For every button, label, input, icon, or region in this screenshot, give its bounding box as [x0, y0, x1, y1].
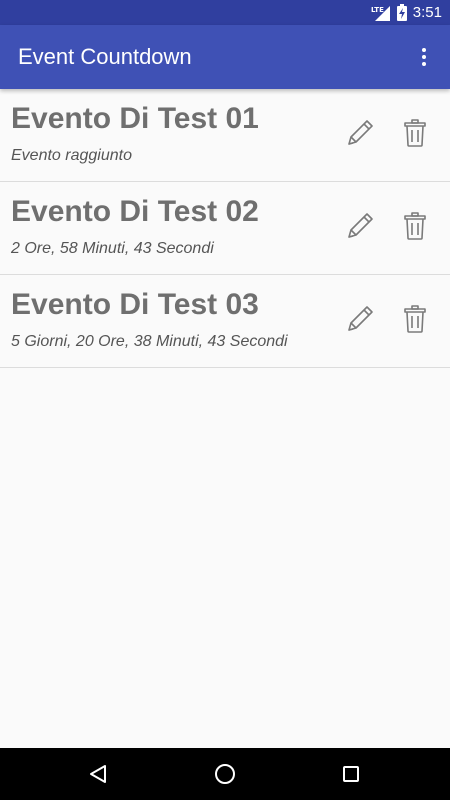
- back-button[interactable]: [78, 754, 118, 794]
- menu-dot: [422, 55, 426, 59]
- trash-icon: [404, 212, 426, 240]
- edit-event-button[interactable]: [340, 299, 380, 339]
- app-bar: Event Countdown: [0, 25, 450, 89]
- event-row[interactable]: Evento Di Test 03 5 Giorni, 20 Ore, 38 M…: [0, 275, 450, 368]
- event-title: Evento Di Test 02: [11, 195, 259, 228]
- recents-icon: [343, 766, 359, 782]
- status-clock: 3:51: [412, 4, 442, 21]
- event-title: Evento Di Test 03: [11, 288, 259, 321]
- pencil-icon: [348, 213, 373, 238]
- app-title: Event Countdown: [18, 44, 192, 69]
- delete-event-button[interactable]: [397, 206, 433, 246]
- delete-event-button[interactable]: [397, 113, 433, 153]
- trash-icon: [404, 305, 426, 333]
- pencil-icon: [348, 120, 373, 145]
- lte-signal-icon: LTE: [371, 5, 390, 21]
- edit-event-button[interactable]: [340, 206, 380, 246]
- status-bar: LTE 3:51: [0, 0, 450, 25]
- event-row[interactable]: Evento Di Test 02 2 Ore, 58 Minuti, 43 S…: [0, 182, 450, 275]
- navigation-bar: [0, 748, 450, 800]
- recents-button[interactable]: [331, 754, 371, 794]
- event-title: Evento Di Test 01: [11, 102, 259, 135]
- edit-event-button[interactable]: [340, 113, 380, 153]
- event-list: Evento Di Test 01 Evento raggiunto Event…: [0, 89, 450, 368]
- battery-charging-icon: [396, 4, 407, 21]
- network-label: LTE: [371, 6, 384, 14]
- more-vert-icon[interactable]: [408, 41, 440, 73]
- event-countdown: Evento raggiunto: [11, 147, 132, 164]
- event-countdown: 2 Ore, 58 Minuti, 43 Secondi: [11, 240, 214, 257]
- home-button[interactable]: [205, 754, 245, 794]
- pencil-icon: [348, 306, 373, 331]
- event-countdown: 5 Giorni, 20 Ore, 38 Minuti, 43 Secondi: [11, 333, 288, 350]
- back-icon: [90, 765, 106, 783]
- trash-icon: [404, 119, 426, 147]
- delete-event-button[interactable]: [397, 299, 433, 339]
- home-icon: [215, 764, 235, 784]
- menu-dot: [422, 62, 426, 66]
- event-row[interactable]: Evento Di Test 01 Evento raggiunto: [0, 89, 450, 182]
- status-icons: LTE 3:51: [371, 0, 442, 25]
- menu-dot: [422, 48, 426, 52]
